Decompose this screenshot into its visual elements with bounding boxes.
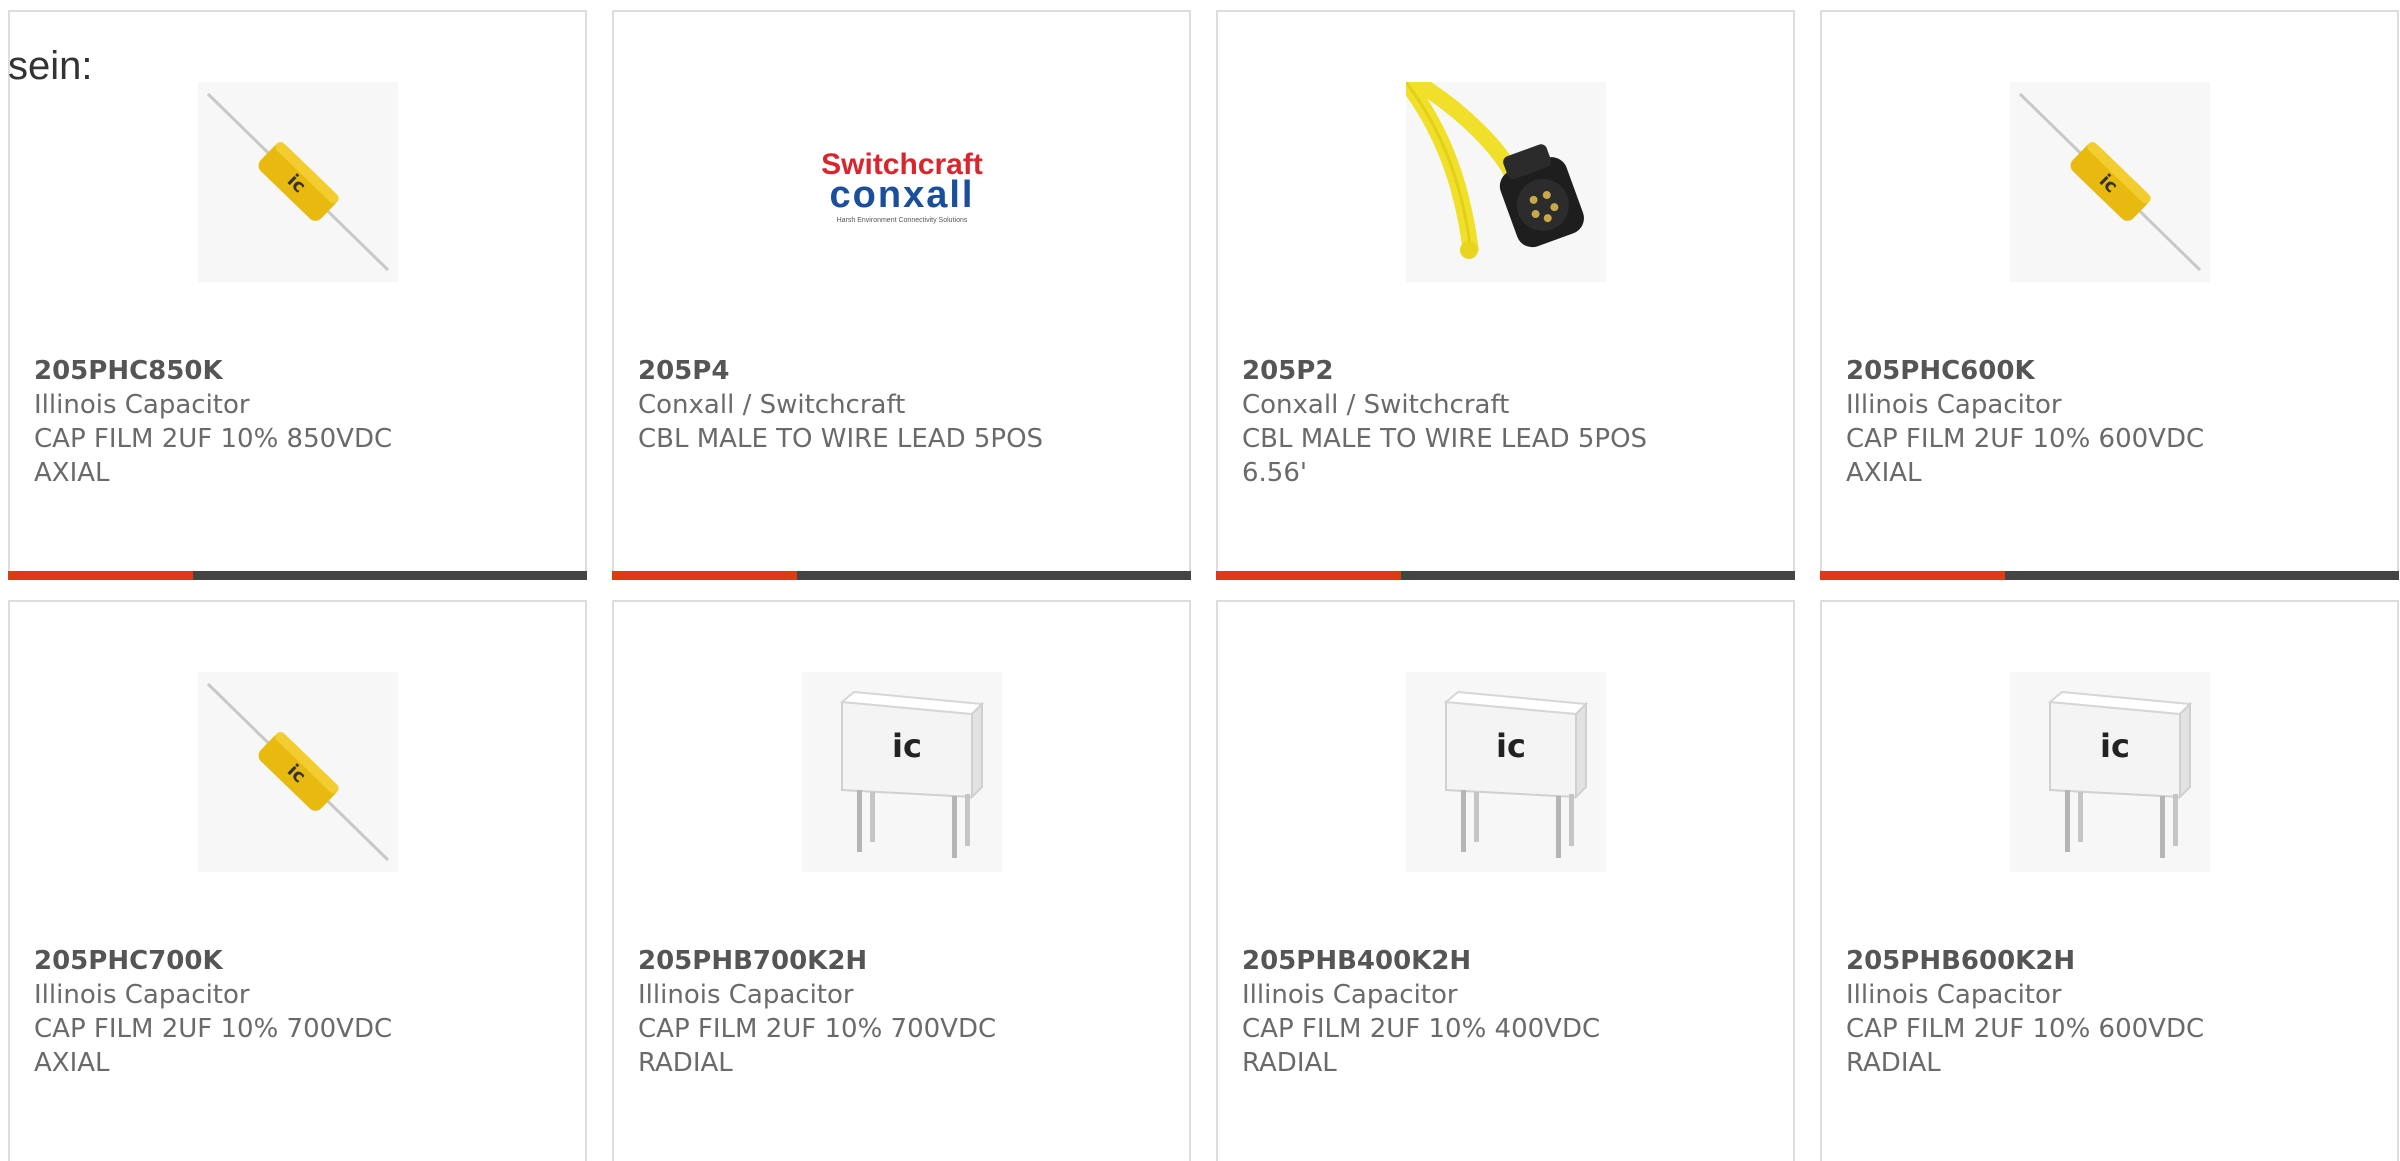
cable-connector-icon[interactable] — [1405, 82, 1606, 282]
manufacturer: Illinois Capacitor — [34, 390, 250, 420]
manufacturer: Illinois Capacitor — [34, 980, 250, 1010]
part-number-link[interactable]: 205PHB400K2H — [1242, 944, 1773, 978]
description: CAP FILM 2UF 10% 600VDC AXIAL — [1846, 424, 2205, 488]
radial-capacitor-icon[interactable]: ic — [2009, 672, 2210, 872]
product-info: 205PHC700K Illinois Capacitor CAP FILM 2… — [34, 944, 565, 1080]
description: CAP FILM 2UF 10% 700VDC RADIAL — [638, 1014, 997, 1078]
axial-capacitor-icon[interactable]: ic — [197, 672, 398, 872]
product-info: 205P4 Conxall / Switchcraft CBL MALE TO … — [638, 354, 1169, 456]
description: CAP FILM 2UF 10% 850VDC AXIAL — [34, 424, 393, 488]
part-number-link[interactable]: 205PHB700K2H — [638, 944, 1169, 978]
radial-capacitor-icon[interactable]: ic — [801, 672, 1002, 872]
part-number-link[interactable]: 205PHC600K — [1846, 354, 2377, 388]
axial-capacitor-icon[interactable]: ic — [2009, 82, 2210, 282]
progress-bar — [8, 571, 587, 580]
progress-fill — [612, 571, 798, 580]
manufacturer: Conxall / Switchcraft — [1242, 390, 1510, 420]
manufacturer: Illinois Capacitor — [638, 980, 854, 1010]
product-card[interactable]: 205P2 Conxall / Switchcraft CBL MALE TO … — [1216, 10, 1795, 580]
product-card[interactable]: Switchcraft conxall Harsh Environment Co… — [612, 10, 1191, 580]
manufacturer: Illinois Capacitor — [1846, 980, 2062, 1010]
progress-bar — [612, 571, 1191, 580]
svg-text:ic: ic — [2100, 727, 2130, 765]
product-card[interactable]: ic 205PHC600K Illinois Capacitor CAP FIL… — [1820, 10, 2399, 580]
logo-line2: conxall — [829, 174, 974, 216]
product-info: 205PHB400K2H Illinois Capacitor CAP FILM… — [1242, 944, 1773, 1080]
part-number-link[interactable]: 205PHC700K — [34, 944, 565, 978]
product-card[interactable]: ic 205PHB600K2H Illinois Capacitor CAP F… — [1820, 600, 2399, 1161]
product-card[interactable]: ic 205PHB700K2H Illinois Capacitor CAP F… — [612, 600, 1191, 1161]
progress-bar — [1216, 571, 1795, 580]
manufacturer: Illinois Capacitor — [1846, 390, 2062, 420]
part-number-link[interactable]: 205P2 — [1242, 354, 1773, 388]
manufacturer: Illinois Capacitor — [1242, 980, 1458, 1010]
product-info: 205PHB700K2H Illinois Capacitor CAP FILM… — [638, 944, 1169, 1080]
part-number-link[interactable]: 205PHB600K2H — [1846, 944, 2377, 978]
progress-fill — [8, 571, 194, 580]
product-card[interactable]: ic 205PHC850K Illinois Capacitor CAP FIL… — [8, 10, 587, 580]
product-card[interactable]: ic 205PHC700K Illinois Capacitor CAP FIL… — [8, 600, 587, 1161]
part-number-link[interactable]: 205PHC850K — [34, 354, 565, 388]
description: CBL MALE TO WIRE LEAD 5POS 6.56' — [1242, 424, 1648, 488]
svg-text:ic: ic — [1496, 727, 1526, 765]
progress-fill — [1820, 571, 2006, 580]
switchcraft-conxall-logo[interactable]: Switchcraft conxall Harsh Environment Co… — [801, 82, 1002, 282]
svg-text:ic: ic — [892, 727, 922, 765]
product-grid-page: sein: ic 205PHC850K Illinois Capacitor C… — [0, 0, 2400, 1161]
logo-tagline: Harsh Environment Connectivity Solutions — [836, 217, 967, 224]
description: CAP FILM 2UF 10% 700VDC AXIAL — [34, 1014, 393, 1078]
description: CAP FILM 2UF 10% 600VDC RADIAL — [1846, 1014, 2205, 1078]
part-number-link[interactable]: 205P4 — [638, 354, 1169, 388]
product-card[interactable]: ic 205PHB400K2H Illinois Capacitor CAP F… — [1216, 600, 1795, 1161]
intro-text: sein: — [8, 44, 93, 88]
radial-capacitor-icon[interactable]: ic — [1405, 672, 1606, 872]
product-info: 205PHB600K2H Illinois Capacitor CAP FILM… — [1846, 944, 2377, 1080]
product-info: 205PHC600K Illinois Capacitor CAP FILM 2… — [1846, 354, 2377, 490]
axial-capacitor-icon[interactable]: ic — [197, 82, 398, 282]
manufacturer: Conxall / Switchcraft — [638, 390, 906, 420]
product-info: 205PHC850K Illinois Capacitor CAP FILM 2… — [34, 354, 565, 490]
progress-bar — [1820, 571, 2399, 580]
description: CBL MALE TO WIRE LEAD 5POS — [638, 424, 1044, 454]
description: CAP FILM 2UF 10% 400VDC RADIAL — [1242, 1014, 1601, 1078]
progress-fill — [1216, 571, 1402, 580]
product-info: 205P2 Conxall / Switchcraft CBL MALE TO … — [1242, 354, 1773, 490]
